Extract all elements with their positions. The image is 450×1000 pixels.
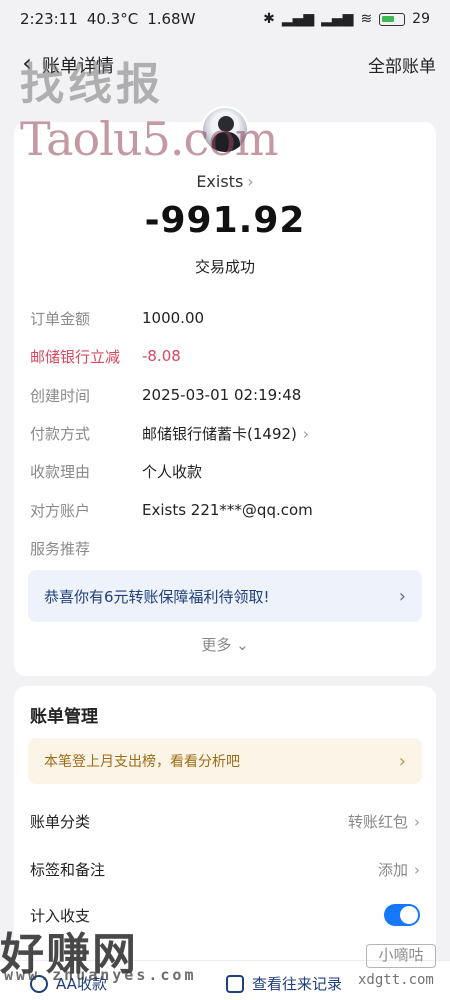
chevron-right-icon: › [414, 812, 420, 831]
detail-label: 服务推荐 [30, 539, 91, 558]
detail-row-payment-method[interactable]: 付款方式 邮储银行储蓄卡(1492) › [30, 421, 420, 445]
detail-value: 邮储银行储蓄卡(1492) › [142, 424, 309, 443]
analysis-tip[interactable]: 本笔登上月支出榜，看看分析吧 › [28, 738, 422, 784]
watermark-xiaodigu: 小嘀咕 [366, 944, 436, 968]
status-bar: 2:23:11 40.3°C 1.68W ✱ ▂▄▆ ▂▄▆ ≋ 29 [0, 0, 450, 38]
row-label: 账单分类 [30, 812, 91, 831]
chevron-right-icon: › [398, 750, 406, 772]
watermark-zhaoxianbao: 找线报 [20, 59, 164, 110]
wifi-icon: ≋ [360, 11, 373, 27]
chevron-right-icon: › [247, 172, 254, 191]
detail-label: 收款理由 [30, 462, 91, 481]
detail-value: 2025-03-01 02:19:48 [142, 386, 302, 404]
signal-icon-2: ▂▄▆ [321, 11, 354, 27]
watermark-xdgtt: xdgtt.com [358, 972, 434, 988]
detail-row-discount: 邮储银行立减 -8.08 [30, 344, 420, 368]
transaction-status: 交易成功 [194, 258, 255, 276]
chevron-right-icon: › [414, 860, 420, 879]
transaction-card: Exists › -991.92 交易成功 订单金额 1000.00 邮储银行立减… [14, 106, 436, 676]
payee-name[interactable]: Exists › [14, 172, 436, 191]
history-icon [226, 974, 244, 993]
detail-row-created-time: 创建时间 2025-03-01 02:19:48 [30, 383, 420, 407]
tip-text: 本笔登上月支出榜，看看分析吧 [44, 754, 240, 770]
row-label: 标签和备注 [30, 860, 106, 879]
detail-label: 创建时间 [30, 386, 91, 405]
detail-value: -8.08 [142, 347, 181, 365]
watermark-zhuanyes: www.zhuanyes.com [4, 966, 197, 984]
bill-category-row[interactable]: 账单分类 转账红包 › [30, 808, 420, 834]
promo-banner[interactable]: 恭喜你有6元转账保障福利待领取! › [28, 570, 422, 622]
detail-row-order-amount: 订单金额 1000.00 [30, 306, 420, 330]
more-button[interactable]: 更多 ⌄ [14, 634, 436, 655]
detail-row-counterparty: 对方账户 Exists 221***@qq.com [30, 498, 420, 522]
history-button[interactable]: 查看往来记录 [226, 973, 342, 994]
detail-label: 订单金额 [30, 309, 91, 328]
detail-row-reason: 收款理由 个人收款 [30, 459, 420, 483]
signal-icon: ▂▄▆ [281, 11, 315, 27]
status-temperature: 40.3°C [86, 10, 139, 28]
chevron-down-icon: ⌄ [236, 636, 249, 654]
detail-label: 付款方式 [30, 424, 91, 443]
detail-value: 个人收款 [142, 462, 203, 481]
status-time: 2:23:11 [20, 10, 78, 28]
detail-value: 1000.00 [142, 309, 205, 327]
transaction-amount: -991.92 [144, 200, 306, 241]
row-value: 添加 › [377, 860, 420, 879]
promo-text: 恭喜你有6元转账保障福利待领取! [44, 587, 270, 606]
include-in-stats-toggle[interactable] [384, 904, 420, 926]
row-value: 转账红包 › [347, 812, 420, 831]
battery-icon [379, 12, 406, 26]
detail-label: 对方账户 [30, 501, 91, 520]
section-title: 账单管理 [30, 707, 98, 727]
detail-label: 邮储银行立减 [30, 347, 121, 366]
bluetooth-icon: ✱ [263, 11, 275, 27]
chevron-right-icon: › [302, 424, 309, 443]
all-bills-link[interactable]: 全部账单 [368, 52, 436, 77]
tags-notes-row[interactable]: 标签和备注 添加 › [30, 856, 420, 882]
status-power: 1.68W [147, 10, 196, 28]
chevron-right-icon: › [398, 585, 406, 607]
watermark-taolu: Taolu5.com [20, 112, 279, 166]
detail-row-service: 服务推荐 [30, 536, 420, 560]
detail-value: Exists 221***@qq.com [142, 501, 313, 519]
battery-level: 29 [412, 11, 430, 27]
